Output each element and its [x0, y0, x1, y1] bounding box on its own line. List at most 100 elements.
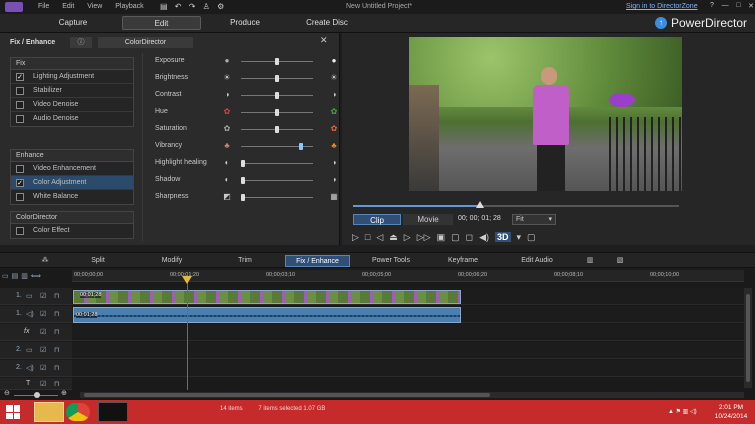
settings-gear-icon[interactable]: ⚙: [217, 2, 224, 11]
tab-produce[interactable]: Produce: [210, 16, 280, 30]
slider-track[interactable]: [241, 163, 313, 164]
slider-thumb[interactable]: [275, 75, 279, 82]
timeline-playhead[interactable]: [187, 278, 188, 390]
split-button[interactable]: Split: [70, 255, 126, 267]
lock-icon[interactable]: ⊓: [54, 346, 59, 354]
list-item-stabilizer[interactable]: Stabilizer: [11, 84, 133, 98]
zoom-out-icon[interactable]: ⊖: [4, 389, 10, 397]
menu-playback[interactable]: Playback: [115, 3, 143, 10]
track-manager-icon[interactable]: ▥: [21, 272, 28, 280]
menu-file[interactable]: File: [38, 3, 49, 10]
timeline-ruler[interactable]: 00;00;00;00 00;00;01;20 00;00;03;10 00;0…: [72, 270, 744, 282]
modify-button[interactable]: Modify: [146, 255, 198, 267]
detach-icon[interactable]: ▢: [451, 232, 460, 243]
upgrade-arrow-icon[interactable]: ↑: [655, 17, 667, 29]
colordirector-button[interactable]: ColorDirector: [98, 37, 193, 48]
keyframe-button[interactable]: Keyframe: [436, 255, 490, 267]
slider-thumb[interactable]: [275, 92, 279, 99]
lock-icon[interactable]: ⊓: [54, 310, 59, 318]
track-enable-checkbox[interactable]: ☑: [40, 380, 46, 388]
redo-icon[interactable]: ↷: [189, 2, 196, 11]
audio-clip[interactable]: 00;01;28: [73, 307, 461, 323]
snapshot-icon[interactable]: ▣: [437, 232, 446, 243]
playback-scrubber[interactable]: [476, 201, 485, 208]
checkbox[interactable]: ✓: [16, 179, 24, 187]
storyboard-icon[interactable]: ▭: [2, 272, 9, 280]
checkbox[interactable]: ✓: [16, 73, 24, 81]
panel-close-icon[interactable]: ✕: [320, 35, 328, 46]
save-icon[interactable]: ▤: [160, 2, 168, 11]
fullscreen-icon[interactable]: ◻: [466, 232, 473, 243]
previous-frame-icon[interactable]: ◁: [376, 232, 383, 243]
menu-edit[interactable]: Edit: [62, 3, 74, 10]
lock-icon[interactable]: ⊓: [54, 328, 59, 336]
scrollbar-thumb[interactable]: [746, 294, 750, 382]
close-button[interactable]: ✕: [748, 2, 754, 10]
zoom-thumb[interactable]: [34, 392, 40, 398]
timecode-display[interactable]: 00; 00; 01; 28: [458, 215, 501, 222]
list-item-color-effect[interactable]: Color Effect: [11, 224, 133, 238]
timeline-vertical-scrollbar[interactable]: [744, 288, 752, 388]
zoom-fit-select[interactable]: Fit ▾: [512, 214, 556, 225]
info-icon[interactable]: ⓘ: [70, 37, 92, 48]
checkbox[interactable]: [16, 193, 24, 201]
list-item-lighting-adjustment[interactable]: ✓ Lighting Adjustment: [11, 70, 133, 84]
eject-icon[interactable]: ⏏: [389, 232, 398, 243]
fix-enhance-button[interactable]: Fix / Enhance: [285, 255, 350, 267]
track-enable-checkbox[interactable]: ☑: [40, 328, 46, 336]
zoom-in-icon[interactable]: ⊕: [61, 389, 67, 397]
tab-edit[interactable]: Edit: [122, 16, 201, 30]
list-item-white-balance[interactable]: White Balance: [11, 190, 133, 204]
user-icon[interactable]: ♙: [203, 2, 210, 11]
list-item-color-adjustment[interactable]: ✓ Color Adjustment: [11, 176, 133, 190]
fit-timeline-icon[interactable]: ⟺: [31, 272, 41, 280]
edit-tools-icon[interactable]: ⁂: [38, 255, 52, 267]
slider-thumb[interactable]: [241, 194, 245, 201]
checkbox[interactable]: [16, 227, 24, 235]
track-enable-checkbox[interactable]: ☑: [40, 346, 46, 354]
list-item-video-denoise[interactable]: Video Denoise: [11, 98, 133, 112]
list-item-video-enhancement[interactable]: Video Enhancement: [11, 162, 133, 176]
3d-dropdown-icon[interactable]: ▾: [517, 232, 522, 243]
checkbox[interactable]: [16, 87, 24, 95]
file-explorer-icon[interactable]: [34, 402, 64, 422]
more-tools-icon[interactable]: ▧: [614, 255, 626, 267]
track-enable-checkbox[interactable]: ☑: [40, 310, 46, 318]
video-preview-frame[interactable]: [409, 37, 682, 191]
menu-view[interactable]: View: [87, 3, 102, 10]
powerdirector-taskbar-icon[interactable]: [98, 402, 128, 422]
volume-icon[interactable]: ◀): [479, 232, 489, 243]
track-enable-checkbox[interactable]: ☑: [40, 364, 46, 372]
slider-thumb[interactable]: [241, 177, 245, 184]
slider-thumb[interactable]: [241, 160, 245, 167]
slider-thumb[interactable]: [298, 143, 303, 150]
system-tray-icons[interactable]: ▲ ⚑ ▥ ◁): [668, 408, 697, 415]
play-icon[interactable]: ▷: [352, 232, 359, 243]
slider-thumb[interactable]: [275, 126, 279, 133]
windows-start-icon[interactable]: [6, 405, 20, 419]
3d-mode-button[interactable]: 3D: [495, 232, 511, 242]
external-display-icon[interactable]: ▢: [527, 232, 536, 243]
checkbox[interactable]: [16, 115, 24, 123]
signin-link[interactable]: Sign in to DirectorZone: [626, 3, 698, 10]
edit-audio-button[interactable]: Edit Audio: [510, 255, 564, 267]
stop-icon[interactable]: □: [365, 232, 370, 242]
undo-icon[interactable]: ↶: [175, 2, 182, 11]
checkbox[interactable]: [16, 165, 24, 173]
chrome-browser-icon[interactable]: [66, 403, 90, 421]
list-item-audio-denoise[interactable]: Audio Denoise: [11, 112, 133, 126]
tab-capture[interactable]: Capture: [38, 16, 108, 30]
trim-button[interactable]: Trim: [220, 255, 270, 267]
slider-thumb[interactable]: [275, 109, 279, 116]
scrollbar-thumb[interactable]: [84, 393, 490, 397]
tab-create-disc[interactable]: Create Disc: [290, 16, 364, 30]
checkbox[interactable]: [16, 101, 24, 109]
next-frame-icon[interactable]: ▷: [404, 232, 411, 243]
fast-forward-icon[interactable]: ▷▷: [417, 232, 431, 243]
maximize-button[interactable]: □: [736, 2, 740, 10]
tab-clip[interactable]: Clip: [353, 214, 401, 225]
zoom-slider[interactable]: ⊖ ⊕: [4, 389, 68, 399]
slider-track[interactable]: [241, 180, 313, 181]
clock[interactable]: 2:01 PM 10/24/2014: [712, 404, 750, 420]
lock-icon[interactable]: ⊓: [54, 380, 59, 388]
